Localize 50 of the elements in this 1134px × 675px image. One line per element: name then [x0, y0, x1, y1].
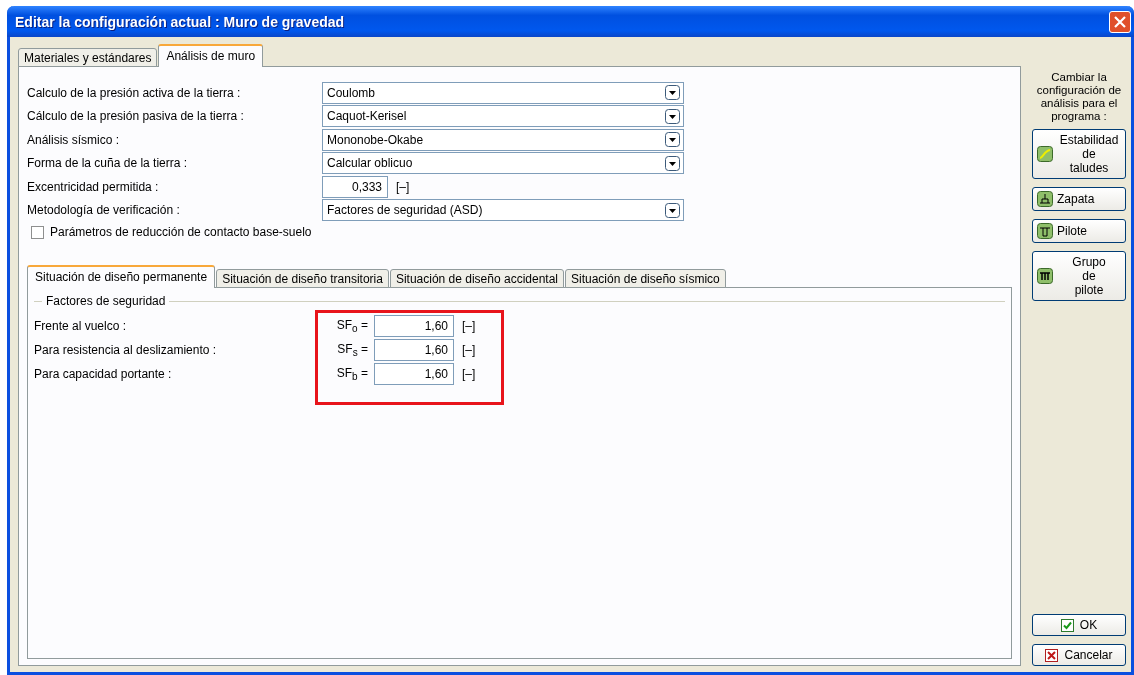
close-icon — [1113, 14, 1127, 29]
factor-symbol: SF$_{s}$ = — [336, 341, 369, 359]
close-button[interactable] — [1109, 10, 1131, 33]
dropdown[interactable]: Mononobe-Okabe — [322, 128, 684, 151]
setting-label: Forma de la cuña de la tierra : — [27, 156, 189, 171]
cross-icon — [1045, 648, 1059, 662]
unit-label: [–] — [462, 367, 476, 381]
setting-label: Análisis sísmico : — [27, 132, 121, 147]
dropdown[interactable]: Coulomb — [322, 81, 684, 104]
factor-label: Para capacidad portante : — [34, 367, 173, 381]
pile-group-icon — [1037, 268, 1053, 284]
number-field[interactable]: 0,333 — [322, 175, 388, 198]
pile-icon — [1037, 223, 1053, 239]
tab[interactable]: Situación de diseño permanente — [27, 265, 216, 288]
tab[interactable]: Análisis de muro — [158, 44, 264, 67]
tab[interactable]: Materiales y estándares — [18, 48, 158, 67]
footing-icon — [1037, 191, 1053, 207]
number-field[interactable]: 1,60 — [374, 363, 454, 385]
dropdown[interactable]: Caquot-Kerisel — [322, 105, 684, 128]
checkbox[interactable] — [31, 225, 44, 239]
factor-symbol: SF$_{b}$ = — [335, 365, 369, 383]
program-button[interactable]: Grupo de pilote — [1032, 251, 1126, 301]
window-title: Editar la configuración actual : Muro de gravedad — [15, 13, 345, 30]
number-field[interactable]: 1,60 — [374, 315, 454, 337]
dropdown[interactable]: Calcular oblicuo — [322, 152, 684, 175]
program-button[interactable]: Estabilidad de taludes — [1032, 129, 1126, 179]
check-icon — [1060, 618, 1074, 632]
tab[interactable]: Situación de diseño sísmico — [565, 269, 726, 288]
unit-label: [–] — [462, 343, 476, 357]
factor-symbol: SF$_{o}$ = — [335, 317, 369, 335]
side-caption: Cambiar la configuración de análisis para el programa : — [1035, 71, 1123, 123]
setting-label: Calculo de la presión activa de la tierra : — [27, 85, 242, 100]
unit-label: [–] — [396, 179, 410, 194]
factor-label: Para resistencia al deslizamiento : — [34, 343, 218, 357]
checkbox-label: Parámetros de reducción de contacto base-suelo — [50, 225, 312, 239]
slope-icon — [1037, 146, 1053, 162]
program-button[interactable]: Pilote — [1032, 219, 1126, 243]
unit-label: [–] — [462, 319, 476, 333]
setting-label: Cálculo de la presión pasiva de la tierra : — [27, 109, 245, 124]
factor-label: Frente al vuelco : — [34, 319, 128, 333]
dropdown[interactable]: Factores de seguridad (ASD) — [322, 199, 684, 222]
tab[interactable]: Situación de diseño accidental — [389, 269, 564, 288]
program-button[interactable]: Zapata — [1032, 187, 1126, 211]
cancel-button[interactable]: Cancelar — [1032, 644, 1126, 666]
group-title: Factores de seguridad — [46, 294, 166, 308]
setting-label: Excentricidad permitida : — [27, 179, 160, 194]
setting-label: Metodología de verificación : — [27, 203, 181, 218]
tab[interactable]: Situación de diseño transitoria — [216, 269, 389, 288]
number-field[interactable]: 1,60 — [374, 339, 454, 361]
ok-button[interactable]: OK — [1032, 614, 1126, 636]
